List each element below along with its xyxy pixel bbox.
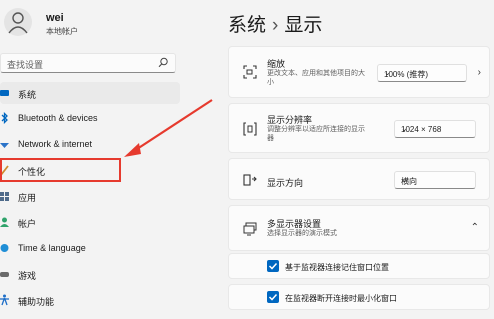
option-checkbox[interactable]	[267, 260, 279, 272]
sidebar-item-network[interactable]: Network & internet	[0, 133, 180, 155]
chevron-down-icon: ⌄	[384, 68, 391, 77]
option-row[interactable]: 在监视器断开连接时最小化窗口	[228, 284, 490, 310]
sidebar-item-time-language[interactable]: Time & language	[0, 237, 180, 259]
bluetooth-icon	[1, 112, 8, 124]
globe-clock-icon	[0, 244, 9, 252]
accessibility-icon	[0, 294, 9, 306]
orientation-title: 显示方向	[267, 178, 304, 188]
sidebar-item-label: Bluetooth & devices	[18, 113, 98, 123]
sidebar-item-label: 帐户	[18, 219, 37, 229]
sidebar-item-bluetooth[interactable]: Bluetooth & devices	[0, 107, 180, 129]
user-profile[interactable]: wei 本地帐户	[0, 4, 190, 44]
user-account-type: 本地帐户	[46, 27, 78, 36]
scale-card[interactable]: 缩放 更改文本、应用和其他项目的大小 100% (推荐) ⌄ ›	[228, 46, 490, 98]
chevron-right-icon[interactable]: ›	[478, 67, 481, 78]
sidebar-item-label: Network & internet	[18, 139, 93, 149]
page-title: 系统 › 显示	[228, 10, 322, 37]
sidebar-item-label: 应用	[18, 193, 37, 203]
multi-display-description: 选择显示器的演示模式	[267, 230, 337, 237]
orientation-dropdown[interactable]: 横向 ⌄	[394, 171, 476, 189]
scale-dropdown[interactable]: 100% (推荐) ⌄	[377, 64, 467, 82]
user-icon	[8, 12, 28, 34]
apps-icon	[0, 192, 9, 201]
resolution-description: 调整分辨率以适应所连接的显示器	[267, 126, 365, 142]
gaming-icon	[0, 272, 9, 277]
sidebar-item-label: 游戏	[18, 271, 37, 281]
breadcrumb-current: 显示	[284, 15, 323, 36]
account-icon	[0, 217, 9, 227]
resolution-icon	[243, 122, 257, 136]
sidebar-item-system[interactable]: 系统	[0, 82, 180, 104]
network-icon	[0, 143, 9, 148]
system-icon	[0, 90, 9, 96]
user-name: wei	[46, 12, 64, 24]
checkmark-icon	[268, 293, 278, 301]
sidebar-item-accessibility[interactable]: 辅助功能	[0, 289, 180, 311]
checkmark-icon	[268, 262, 278, 270]
chevron-down-icon: ⌄	[401, 124, 408, 133]
multi-display-card[interactable]: 多显示器设置 选择显示器的演示模式 ⌃	[228, 205, 490, 251]
resolution-dropdown[interactable]: 1024 × 768 ⌄	[394, 120, 476, 138]
orientation-icon	[243, 174, 257, 186]
chevron-up-icon[interactable]: ⌃	[471, 222, 479, 233]
sidebar-item-label: 系统	[18, 90, 37, 100]
scale-icon	[243, 65, 257, 79]
chevron-down-icon: ⌄	[401, 175, 408, 184]
option-checkbox[interactable]	[267, 291, 279, 303]
sidebar-item-apps[interactable]: 应用	[0, 185, 180, 207]
sidebar-item-accounts[interactable]: 帐户	[0, 211, 180, 233]
search-icon	[158, 57, 168, 68]
option-row[interactable]: 基于监视器连接记住窗口位置	[228, 253, 490, 279]
avatar	[4, 8, 32, 36]
annotation-highlight-box	[0, 158, 121, 182]
sidebar-item-label: Time & language	[18, 243, 86, 253]
sidebar-item-label: 辅助功能	[18, 297, 55, 307]
multi-monitor-icon	[243, 222, 257, 236]
search-placeholder: 查找设置	[7, 60, 44, 70]
scale-description: 更改文本、应用和其他项目的大小	[267, 70, 365, 86]
option-label: 基于监视器连接记住窗口位置	[285, 263, 389, 272]
breadcrumb-separator: ›	[272, 15, 279, 36]
breadcrumb-parent[interactable]: 系统	[228, 15, 266, 36]
search-input[interactable]: 查找设置	[0, 53, 176, 73]
option-label: 在监视器断开连接时最小化窗口	[285, 294, 397, 303]
sidebar-item-gaming[interactable]: 游戏	[0, 263, 180, 285]
resolution-card[interactable]: 显示分辨率 调整分辨率以适应所连接的显示器 1024 × 768 ⌄	[228, 103, 490, 153]
orientation-card[interactable]: 显示方向 横向 ⌄	[228, 158, 490, 200]
